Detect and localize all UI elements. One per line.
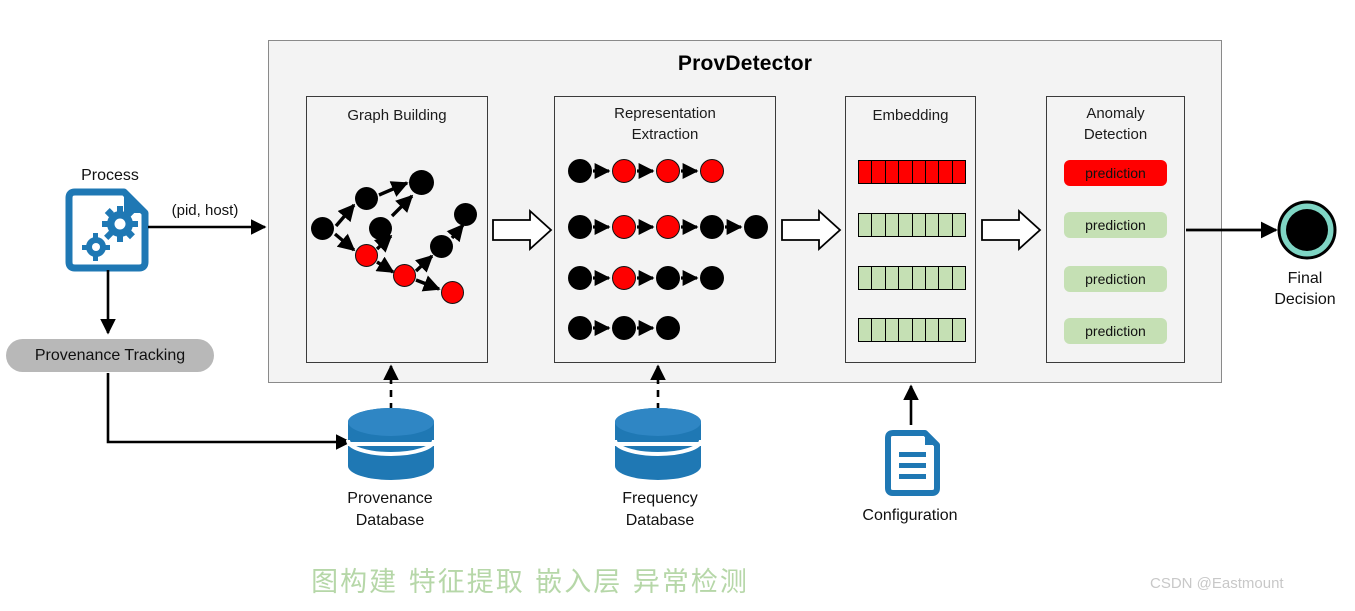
path-node	[656, 316, 680, 340]
configuration-label: Configuration	[862, 507, 958, 524]
embedding-cell	[952, 214, 965, 236]
final-decision-label-line1: Final	[1287, 270, 1323, 287]
embedding-cell	[939, 319, 953, 341]
embedding-cell	[912, 161, 926, 183]
path-node	[744, 215, 768, 239]
embedding-cell	[872, 214, 886, 236]
embedding-cell	[899, 319, 913, 341]
embedding-cell	[872, 319, 886, 341]
path-node	[568, 266, 592, 290]
prediction-badge-anomalous[interactable]: prediction	[1064, 160, 1167, 186]
graph-node	[369, 217, 392, 240]
end-node-icon	[1277, 200, 1337, 260]
panel-anomaly-label-line2: Detection	[1083, 126, 1148, 143]
embedding-cell	[885, 319, 900, 341]
path-node	[568, 215, 592, 239]
embedding-cell	[859, 267, 873, 289]
panel-repr-label-line1: Representation	[614, 105, 716, 122]
diagram-canvas: ProvDetector Graph Building Representati…	[0, 0, 1355, 611]
embedding-cell	[859, 214, 873, 236]
embedding-cell	[885, 161, 900, 183]
panel-embedding-label: Embedding	[872, 107, 949, 124]
embedding-cell	[885, 214, 900, 236]
embedding-cell	[899, 214, 913, 236]
prediction-badge[interactable]: prediction	[1064, 318, 1167, 344]
embedding-cell	[872, 267, 886, 289]
graph-node	[430, 235, 453, 258]
embedding-cell	[912, 267, 926, 289]
embedding-cell	[912, 319, 926, 341]
connector-tracking-to-provenance-db	[106, 373, 352, 450]
graph-node	[311, 217, 334, 240]
path-node-anomalous	[612, 215, 636, 239]
embedding-cell	[925, 214, 940, 236]
embedding-cell	[859, 161, 873, 183]
path-node-anomalous	[612, 266, 636, 290]
graph-node-anomalous	[355, 244, 378, 267]
provenance-tracking-node[interactable]: Provenance Tracking	[6, 339, 214, 372]
path-node	[568, 159, 592, 183]
embedding-cell	[912, 214, 926, 236]
graph-node	[355, 187, 378, 210]
path-node-anomalous	[700, 159, 724, 183]
graph-node-anomalous	[393, 264, 416, 287]
edge-label-pid-host: (pid, host)	[171, 202, 239, 219]
embedding-vector	[858, 266, 966, 290]
embedding-vector-anomalous	[858, 160, 966, 184]
path-node-anomalous	[656, 159, 680, 183]
embedding-cell	[925, 267, 940, 289]
embedding-cell	[939, 267, 953, 289]
path-node-anomalous	[656, 215, 680, 239]
prediction-badge[interactable]: prediction	[1064, 266, 1167, 292]
path-node	[612, 316, 636, 340]
chinese-caption: 图构建 特征提取 嵌入层 异常检测	[311, 567, 749, 598]
path-node	[568, 316, 592, 340]
database-icon-provenance	[346, 408, 436, 480]
graph-node	[409, 170, 434, 195]
embedding-cell	[925, 319, 940, 341]
frequency-database-label-line1: Frequency	[622, 490, 698, 507]
prediction-badge[interactable]: prediction	[1064, 212, 1167, 238]
path-node	[700, 266, 724, 290]
embedding-cell	[859, 319, 873, 341]
process-icon	[65, 188, 149, 272]
embedding-cell	[952, 319, 965, 341]
path-node	[700, 215, 724, 239]
embedding-cell	[925, 161, 940, 183]
embedding-cell	[899, 267, 913, 289]
graph-node-anomalous	[441, 281, 464, 304]
panel-repr-label-line2: Extraction	[631, 126, 699, 143]
embedding-cell	[939, 214, 953, 236]
path-node	[656, 266, 680, 290]
final-decision-label-line2: Decision	[1274, 291, 1336, 308]
provenance-database-label-line2: Database	[355, 512, 425, 529]
embedding-cell	[952, 267, 965, 289]
embedding-cell	[952, 161, 965, 183]
document-icon-configuration	[885, 430, 940, 496]
embedding-cell	[872, 161, 886, 183]
embedding-vector	[858, 318, 966, 342]
provenance-database-label-line1: Provenance	[347, 490, 433, 507]
watermark: CSDN @Eastmount	[1150, 575, 1284, 592]
embedding-cell	[885, 267, 900, 289]
embedding-vector	[858, 213, 966, 237]
panel-anomaly-label-line1: Anomaly	[1086, 105, 1145, 122]
panel-graph-building-label: Graph Building	[347, 107, 447, 124]
graph-node	[454, 203, 477, 226]
database-icon-frequency	[613, 408, 703, 480]
frequency-database-label-line2: Database	[625, 512, 695, 529]
path-node-anomalous	[612, 159, 636, 183]
page-title: ProvDetector	[677, 52, 813, 75]
embedding-cell	[939, 161, 953, 183]
embedding-cell	[899, 161, 913, 183]
process-label: Process	[81, 167, 139, 184]
